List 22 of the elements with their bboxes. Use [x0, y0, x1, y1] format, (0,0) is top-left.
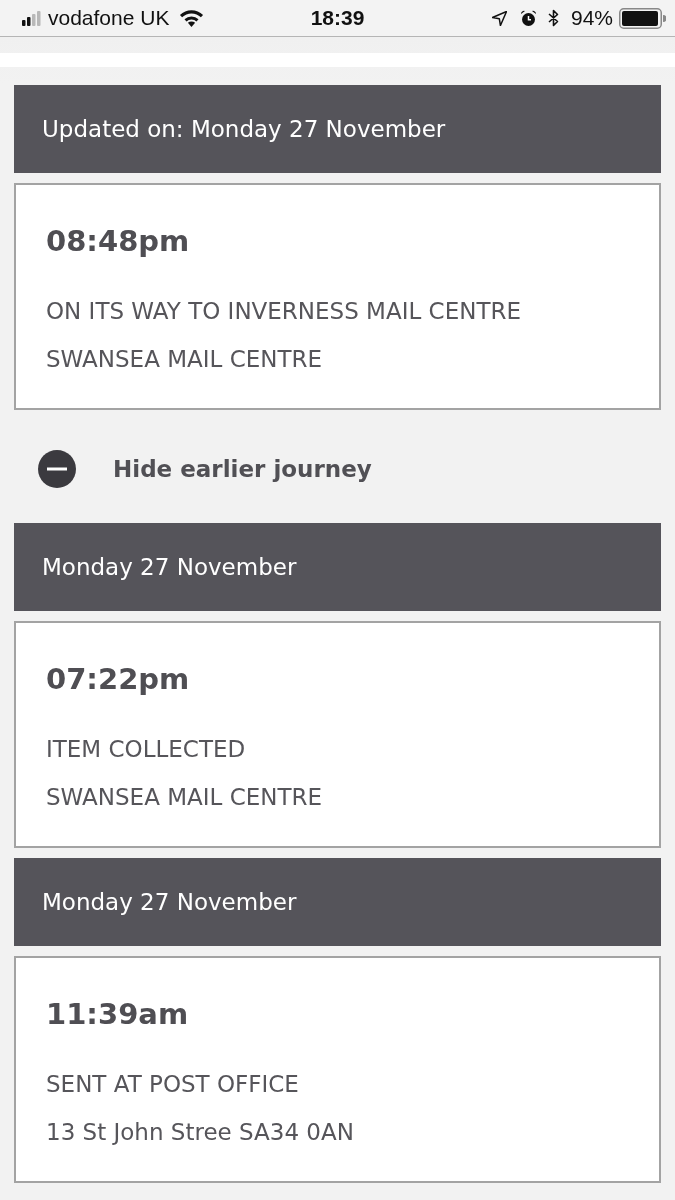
bluetooth-icon [547, 9, 559, 27]
signal-icon [22, 10, 41, 26]
event-time: 11:39am [46, 996, 190, 1033]
date-header: Monday 27 November [14, 523, 661, 611]
battery-percent: 94% [570, 6, 613, 30]
clock-time: 18:39 [309, 6, 366, 30]
date-header: Updated on: Monday 27 November [14, 85, 661, 173]
carrier-name: vodafone UK [48, 6, 170, 30]
location-arrow-icon [491, 10, 507, 26]
date-header: Monday 27 November [14, 858, 661, 946]
event-status: ON ITS WAY TO INVERNESS MAIL CENTRE [46, 297, 522, 326]
battery-icon [619, 7, 666, 29]
event-time: 08:48pm [46, 223, 191, 260]
event-location: 13 St John Stree SA34 0AN [46, 1118, 355, 1147]
hide-journey-toggle[interactable]: Hide earlier journey [38, 450, 372, 488]
event-location: SWANSEA MAIL CENTRE [46, 345, 324, 374]
event-location: SWANSEA MAIL CENTRE [46, 783, 324, 812]
event-time: 07:22pm [46, 661, 191, 698]
event-status: SENT AT POST OFFICE [46, 1070, 300, 1099]
alarm-clock-icon [519, 9, 537, 27]
event-status: ITEM COLLECTED [46, 735, 247, 764]
wifi-icon [179, 9, 205, 27]
